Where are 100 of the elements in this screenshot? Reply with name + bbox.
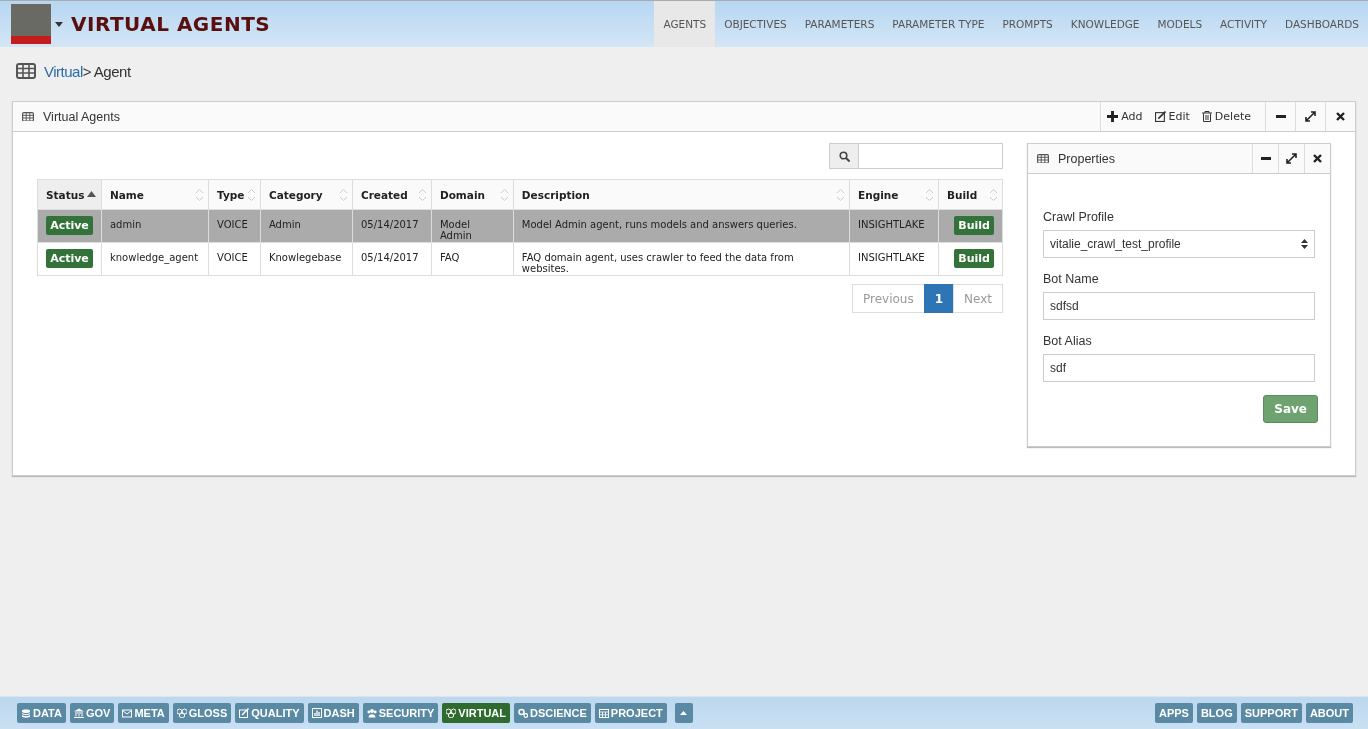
minimize-icon — [1275, 115, 1286, 118]
search-field[interactable] — [859, 143, 1003, 169]
module-button[interactable]: GOV — [69, 703, 115, 723]
expand-up-button[interactable] — [674, 703, 693, 723]
plus-icon — [1107, 111, 1119, 122]
input-field[interactable]: sdfsd — [1043, 292, 1315, 320]
trash-icon — [1201, 111, 1212, 122]
table-cell: admin — [101, 209, 209, 243]
footer-link-button[interactable]: APPS — [1154, 703, 1193, 723]
column-header[interactable]: Engine — [849, 179, 939, 210]
nav-tab[interactable]: PROMPTS — [993, 1, 1062, 47]
module-button[interactable]: DASH — [307, 703, 359, 723]
nav-tab[interactable]: PARAMETERS — [795, 1, 884, 47]
table-cell: INSIGHTLAKE — [849, 242, 939, 276]
column-header[interactable]: Name — [101, 179, 209, 210]
cubes-icon — [176, 708, 187, 718]
table-cell: Admin — [260, 209, 353, 243]
column-header[interactable]: Status — [37, 179, 102, 210]
nav-tab[interactable]: DASHBOARDS — [1276, 1, 1368, 47]
table-icon — [16, 63, 36, 79]
field-label: Bot Alias — [1043, 334, 1093, 348]
pagination-button[interactable]: Next — [953, 284, 1003, 313]
table-cell: 05/14/2017 — [352, 209, 432, 243]
table-cell: FAQ — [431, 242, 514, 276]
table-cell: INSIGHTLAKE — [849, 209, 939, 243]
panel-title: Properties — [1058, 151, 1115, 166]
nav-tab[interactable]: AGENTS — [654, 1, 716, 47]
nav-tab[interactable]: MODELS — [1148, 1, 1212, 47]
panel-title: Virtual Agents — [43, 109, 120, 124]
bank-icon — [73, 708, 84, 718]
table-row[interactable]: Active knowledge_agent VOICE Knowlegebase 05/14/2017 FAQ FAQ domain agent, uses crawler to feed the data from websites. INSIGHTLAKE Build — [37, 242, 1003, 276]
table-icon — [1037, 153, 1049, 164]
module-button[interactable]: META — [118, 703, 169, 723]
save-button[interactable]: Save — [1263, 395, 1318, 423]
column-header[interactable]: Domain — [431, 179, 514, 210]
build-button[interactable]: Build — [954, 216, 994, 235]
pagination-button[interactable]: Previous — [851, 284, 925, 313]
input-field[interactable]: sdf — [1043, 354, 1315, 382]
footer-link-button[interactable]: BLOG — [1196, 703, 1237, 723]
module-button[interactable]: SECURITY — [362, 703, 439, 723]
module-button[interactable]: VIRTUAL — [442, 703, 510, 723]
table-cell: knowledge_agent — [101, 242, 209, 276]
users-icon — [366, 708, 377, 718]
column-header[interactable]: Build — [938, 179, 1003, 210]
column-header[interactable]: Category — [260, 179, 353, 210]
table-cell: Knowlegebase — [260, 242, 353, 276]
module-button[interactable]: GLOSS — [172, 703, 232, 723]
database-icon — [21, 708, 31, 718]
minimize-icon — [1260, 157, 1271, 160]
sort-icon — [989, 188, 998, 202]
expand-icon — [1286, 153, 1297, 164]
build-button[interactable]: Build — [954, 249, 994, 268]
close-icon — [1336, 112, 1345, 121]
field-label: Bot Name — [1043, 272, 1100, 286]
breadcrumb-link[interactable]: Virtual — [44, 62, 83, 80]
sort-icon — [836, 188, 845, 202]
calendar-icon — [598, 708, 609, 718]
gears-icon — [518, 708, 528, 718]
footer-link-button[interactable]: ABOUT — [1305, 703, 1353, 723]
table-row[interactable]: Active admin VOICE Admin 05/14/2017 Model Admin Model Admin agent, runs models and answers queries. INSIGHTLAKE Build — [37, 209, 1003, 243]
table-cell: Model Admin — [431, 209, 514, 243]
footer-link-button[interactable]: SUPPORT — [1240, 703, 1302, 723]
table-icon — [22, 111, 34, 122]
nav-tab[interactable]: KNOWLEDGE — [1061, 1, 1149, 47]
toolbar-button[interactable]: Add — [1107, 110, 1143, 123]
table-cell: VOICE — [208, 209, 261, 243]
table-cell: Model Admin agent, runs models and answers queries. — [513, 209, 850, 243]
nav-tab[interactable]: ACTIVITY — [1211, 1, 1276, 47]
sort-icon — [194, 188, 204, 202]
sort-icon — [338, 188, 348, 202]
column-header[interactable]: Description — [513, 179, 850, 210]
module-button[interactable]: QUALITY — [235, 703, 304, 723]
column-header[interactable]: Type — [208, 179, 261, 210]
table-cell: FAQ domain agent, uses crawler to feed the data from websites. — [513, 242, 850, 276]
status-badge: Active — [46, 249, 93, 268]
toolbar-button[interactable]: Delete — [1201, 110, 1251, 123]
edit-icon — [1154, 111, 1166, 122]
sort-icon — [499, 188, 509, 202]
table-cell: 05/14/2017 — [352, 242, 432, 276]
search-icon — [838, 150, 850, 162]
cubes-icon — [446, 708, 457, 718]
caret-up-icon — [680, 711, 688, 715]
sort-icon — [246, 188, 256, 202]
crawl-profile-select[interactable]: vitalie_crawl_test_profile — [1043, 230, 1315, 258]
search-button[interactable] — [829, 143, 859, 169]
column-header[interactable]: Created — [352, 179, 432, 210]
table-cell: VOICE — [208, 242, 261, 276]
sort-icon — [417, 188, 427, 202]
close-icon — [1313, 154, 1322, 163]
module-button[interactable]: PROJECT — [594, 703, 667, 723]
module-button[interactable]: DSCIENCE — [514, 703, 591, 723]
envelope-icon — [122, 708, 133, 718]
caret-icon[interactable] — [55, 21, 63, 27]
bar-chart-icon — [311, 708, 322, 718]
status-badge: Active — [46, 216, 93, 235]
nav-tab[interactable]: PARAMETER TYPE — [883, 1, 994, 47]
toolbar-button[interactable]: Edit — [1154, 110, 1190, 123]
nav-tab[interactable]: OBJECTIVES — [715, 1, 796, 47]
app-title: VIRTUAL AGENTS — [71, 12, 271, 36]
module-button[interactable]: DATA — [17, 703, 66, 723]
